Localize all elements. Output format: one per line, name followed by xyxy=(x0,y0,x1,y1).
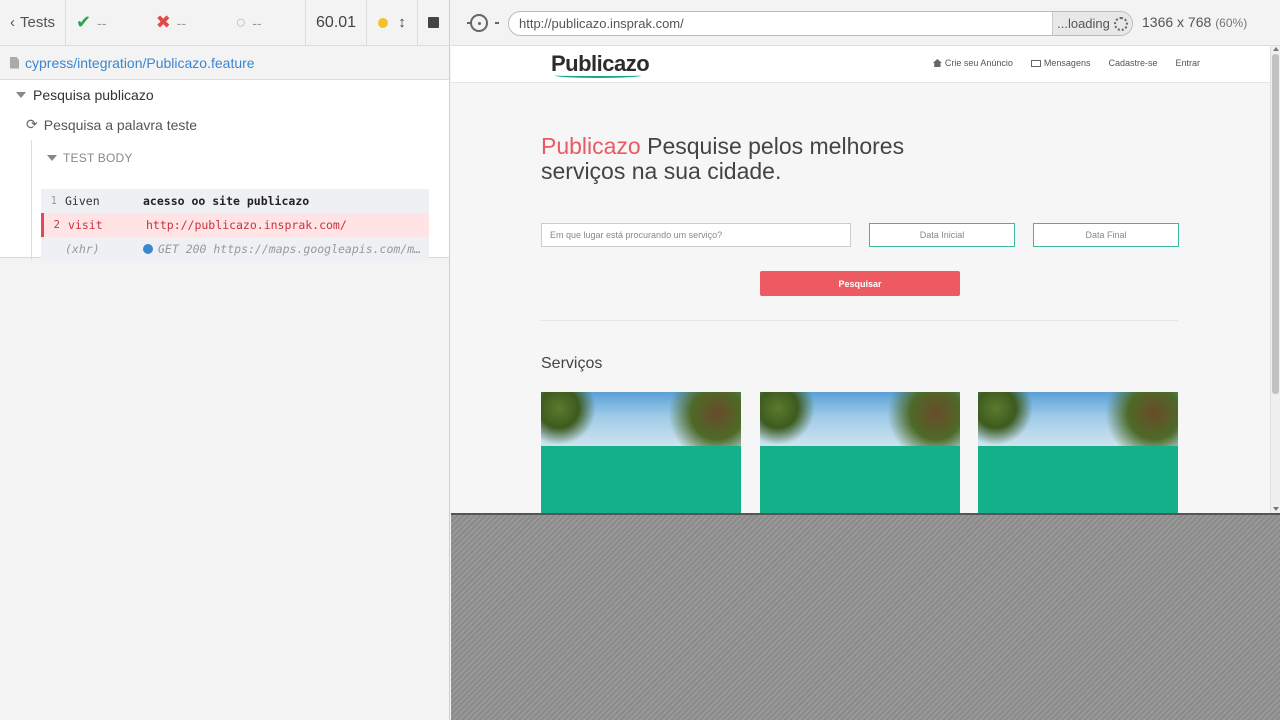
service-image xyxy=(760,392,960,446)
aut-panel: http://publicazo.insprak.com/ ...loading… xyxy=(451,0,1280,720)
check-icon: ✔ xyxy=(76,12,92,32)
selector-playground-icon[interactable] xyxy=(467,14,499,32)
file-icon xyxy=(10,56,19,69)
refresh-icon: ⟳ xyxy=(26,116,38,132)
section-divider xyxy=(541,320,1178,321)
nav-create-ad[interactable]: Crie seu Anúncio xyxy=(932,58,1013,68)
failed-count: -- xyxy=(176,14,187,31)
home-icon xyxy=(932,59,942,67)
xhr-message: GET 200 https://maps.googleapis.com/m… xyxy=(158,242,422,256)
search-button[interactable]: Pesquisar xyxy=(760,271,960,296)
stop-button[interactable] xyxy=(418,0,449,45)
loading-indicator: ...loading xyxy=(1052,12,1132,35)
reporter-panel: ‹ Tests ✔ -- ✖ -- ○ -- 60.01 ↕ cypress/i… xyxy=(0,0,450,720)
run-controls: ↕ xyxy=(367,0,418,45)
command-name: Given xyxy=(65,194,100,208)
scroll-down-icon[interactable] xyxy=(1273,507,1279,511)
nav-create-ad-label: Crie seu Anúncio xyxy=(944,58,1013,68)
viewport-dimensions: 1366 x 768 xyxy=(1142,14,1212,30)
command-row-xhr[interactable]: (xhr) GET 200 https://maps.googleapis.co… xyxy=(41,237,429,261)
suite-title[interactable]: Pesquisa publicazo xyxy=(16,87,154,103)
passed-count: -- xyxy=(97,14,107,31)
command-number: 2 xyxy=(53,219,60,231)
nav-messages[interactable]: Mensagens xyxy=(1030,58,1091,68)
service-card-body xyxy=(978,446,1178,513)
passed-stat: ✔ -- xyxy=(66,12,146,33)
hero-title: Publicazo Pesquise pelos melhores serviç… xyxy=(541,134,941,184)
service-card-body xyxy=(541,446,741,513)
command-number: 1 xyxy=(50,195,57,207)
command-message: acesso oo site publicazo xyxy=(143,194,310,208)
pending-count: -- xyxy=(252,14,262,31)
test-title[interactable]: ⟳ Pesquisa a palavra teste xyxy=(26,116,197,133)
runnables: Pesquisa publicazo ⟳ Pesquisa a palavra … xyxy=(0,80,449,261)
service-image xyxy=(978,392,1178,446)
tests-back-button[interactable]: ‹ Tests xyxy=(0,0,67,45)
running-indicator-icon xyxy=(378,17,389,28)
failed-stat: ✖ -- xyxy=(146,12,226,33)
scrollbar-thumb[interactable] xyxy=(1272,54,1279,394)
mail-icon xyxy=(1030,59,1041,67)
loading-label: ...loading xyxy=(1057,16,1110,31)
service-card[interactable] xyxy=(760,392,960,513)
service-card[interactable] xyxy=(541,392,741,513)
chevron-left-icon: ‹ xyxy=(10,14,15,31)
service-image xyxy=(541,392,741,446)
test-stats: ✔ -- ✖ -- ○ -- xyxy=(66,0,307,45)
aut-header: http://publicazo.insprak.com/ ...loading… xyxy=(451,0,1280,46)
nav-signup[interactable]: Cadastre-se xyxy=(1108,58,1157,68)
autoscroll-toggle-icon[interactable]: ↕ xyxy=(398,14,406,31)
empty-viewport-area xyxy=(451,513,1280,720)
end-date-input[interactable]: Data Final xyxy=(1033,223,1179,247)
pending-stat: ○ -- xyxy=(225,12,305,33)
service-card-body xyxy=(760,446,960,513)
reporter-header: ‹ Tests ✔ -- ✖ -- ○ -- 60.01 ↕ xyxy=(0,0,449,46)
suite-label: Pesquisa publicazo xyxy=(33,87,154,103)
duration: 60.01 xyxy=(306,0,368,45)
viewport-scale: (60%) xyxy=(1215,16,1248,30)
caret-down-icon xyxy=(47,155,57,161)
start-date-input[interactable]: Data Inicial xyxy=(869,223,1015,247)
service-card[interactable] xyxy=(978,392,1178,513)
url-bar: http://publicazo.insprak.com/ ...loading xyxy=(508,11,1133,36)
circle-icon: ○ xyxy=(235,12,247,32)
cross-icon: ✖ xyxy=(155,12,171,32)
command-name: visit xyxy=(68,218,103,232)
xhr-status-icon xyxy=(143,244,153,254)
command-row[interactable]: 1 Given acesso oo site publicazo xyxy=(41,189,429,213)
app-iframe: Publicazo Crie seu Anúncio Mensagens Cad… xyxy=(451,46,1280,513)
tests-label: Tests xyxy=(20,14,56,31)
iframe-scrollbar[interactable] xyxy=(1270,46,1280,513)
spec-path: cypress/integration/Publicazo.feature xyxy=(0,46,449,80)
services-title: Serviços xyxy=(541,355,603,372)
spec-file-link[interactable]: cypress/integration/Publicazo.feature xyxy=(25,55,255,71)
site-navbar: Publicazo Crie seu Anúncio Mensagens Cad… xyxy=(451,46,1280,83)
logo-swoosh xyxy=(555,73,641,78)
command-message: http://publicazo.insprak.com/ xyxy=(146,218,347,232)
command-message: GET 200 https://maps.googleapis.com/m… xyxy=(143,242,429,256)
spinner-icon xyxy=(1113,16,1128,31)
site-nav-links: Crie seu Anúncio Mensagens Cadastre-se E… xyxy=(932,58,1200,68)
caret-down-icon xyxy=(16,92,26,98)
aut-url[interactable]: http://publicazo.insprak.com/ xyxy=(509,16,1052,31)
test-label: Pesquisa a palavra teste xyxy=(43,116,198,133)
location-search-input[interactable]: Em que lugar está procurando um serviço? xyxy=(541,223,851,247)
viewport-size: 1366 x 768 (60%) xyxy=(1142,14,1247,30)
test-body-header[interactable]: TEST BODY xyxy=(47,151,133,165)
stop-icon xyxy=(428,17,439,28)
hero-brand: Publicazo xyxy=(541,133,641,159)
command-row-failed[interactable]: 2 visit http://publicazo.insprak.com/ xyxy=(41,213,429,237)
nav-messages-label: Mensagens xyxy=(1043,58,1091,68)
nav-login[interactable]: Entrar xyxy=(1175,58,1200,68)
test-body-label: TEST BODY xyxy=(63,151,133,165)
command-name: (xhr) xyxy=(65,242,100,256)
scroll-up-icon[interactable] xyxy=(1273,47,1279,51)
